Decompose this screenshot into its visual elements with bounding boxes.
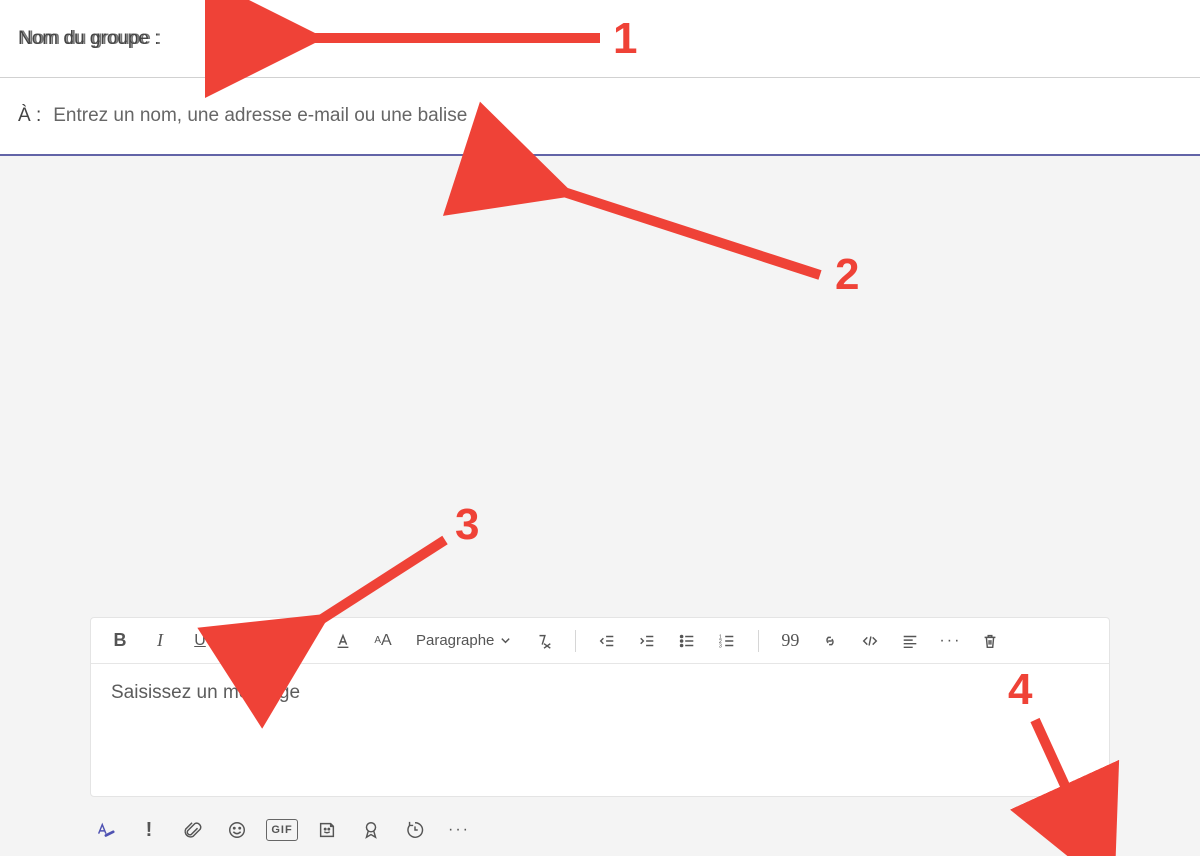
importance-button[interactable]: !: [134, 815, 164, 845]
annotation-number: 3: [455, 500, 479, 550]
recipients-row: À :: [0, 78, 1200, 154]
link-button[interactable]: [815, 626, 845, 656]
format-toggle-button[interactable]: [90, 815, 120, 845]
praise-button[interactable]: [356, 815, 386, 845]
more-formatting-button[interactable]: ···: [935, 626, 965, 656]
clear-formatting-button[interactable]: [529, 626, 559, 656]
message-textarea[interactable]: [109, 680, 1091, 728]
bullet-list-button[interactable]: [672, 626, 702, 656]
to-label: À :: [18, 105, 41, 127]
underline-button[interactable]: U: [185, 626, 215, 656]
bold-button[interactable]: B: [105, 626, 135, 656]
group-name-row: Nom du groupe :: [0, 0, 1200, 78]
send-button[interactable]: [1076, 813, 1110, 847]
message-body-area[interactable]: [91, 664, 1109, 796]
toolbar-divider: [758, 630, 759, 652]
message-composer: B I U S AA Paragraphe 123: [90, 617, 1110, 797]
font-size-button[interactable]: AA: [368, 626, 398, 656]
toolbar-divider: [575, 630, 576, 652]
indent-button[interactable]: [632, 626, 662, 656]
gif-button[interactable]: GIF: [266, 819, 298, 841]
group-name-label: Nom du groupe :: [18, 28, 160, 50]
annotation-number: 2: [835, 250, 859, 300]
emoji-button[interactable]: [222, 815, 252, 845]
recipients-input[interactable]: [51, 104, 1200, 128]
delete-message-button[interactable]: [975, 626, 1005, 656]
schedule-button[interactable]: [400, 815, 430, 845]
toolbar-divider: [271, 630, 272, 652]
font-color-button[interactable]: [328, 626, 358, 656]
strikethrough-button[interactable]: S: [225, 626, 255, 656]
sticker-button[interactable]: [312, 815, 342, 845]
paragraph-align-button[interactable]: [895, 626, 925, 656]
italic-button[interactable]: I: [145, 626, 175, 656]
paragraph-style-dropdown[interactable]: Paragraphe: [408, 626, 519, 656]
svg-text:3: 3: [719, 643, 722, 649]
text-highlight-button[interactable]: [288, 626, 318, 656]
annotation-number: 4: [1008, 665, 1032, 715]
numbered-list-button[interactable]: 123: [712, 626, 742, 656]
format-toolbar: B I U S AA Paragraphe 123: [91, 618, 1109, 664]
code-button[interactable]: [855, 626, 885, 656]
more-actions-button[interactable]: ···: [444, 815, 474, 845]
quote-button[interactable]: 99: [775, 626, 805, 656]
attach-button[interactable]: [178, 815, 208, 845]
annotation-number: 1: [613, 14, 637, 64]
composer-action-bar: ! GIF ···: [90, 812, 1110, 848]
paragraph-style-label: Paragraphe: [416, 632, 494, 649]
outdent-button[interactable]: [592, 626, 622, 656]
chevron-down-icon: [500, 635, 511, 646]
